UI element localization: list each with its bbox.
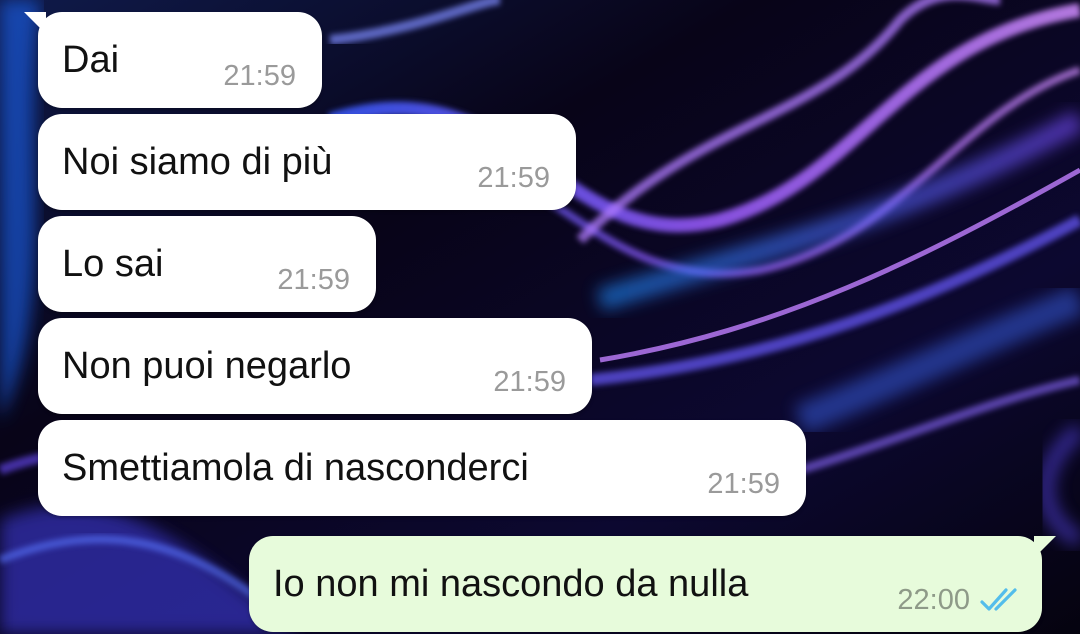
message-bubble-incoming[interactable]: Dai 21:59 <box>24 12 322 108</box>
message-bubble-incoming[interactable]: Noi siamo di più 21:59 <box>38 114 576 210</box>
message-text: Smettiamola di nasconderci <box>62 447 529 489</box>
message-bubble-incoming[interactable]: Lo sai 21:59 <box>38 216 376 312</box>
message-bubble-incoming[interactable]: Non puoi negarlo 21:59 <box>38 318 592 414</box>
message-bubble-incoming[interactable]: Smettiamola di nasconderci 21:59 <box>38 420 806 516</box>
message-bubble-outgoing[interactable]: Io non mi nascondo da nulla 22:00 <box>249 536 1056 632</box>
message-text: Io non mi nascondo da nulla <box>273 563 749 605</box>
message-timestamp: 21:59 <box>477 162 550 194</box>
chat-view: Dai 21:59 Noi siamo di più 21:59 Lo sai … <box>0 0 1080 634</box>
message-text: Non puoi negarlo <box>62 345 352 387</box>
message-timestamp: 21:59 <box>493 366 566 398</box>
bubble-tail <box>1034 536 1056 558</box>
message-text: Lo sai <box>62 243 164 285</box>
bubble-tail <box>24 12 46 34</box>
message-timestamp: 21:59 <box>223 60 296 92</box>
message-timestamp: 21:59 <box>277 264 350 296</box>
message-text: Dai <box>62 39 120 81</box>
message-text: Noi siamo di più <box>62 141 333 183</box>
message-timestamp: 21:59 <box>707 468 780 500</box>
double-check-read-icon <box>980 588 1017 611</box>
message-timestamp: 22:00 <box>897 584 970 616</box>
